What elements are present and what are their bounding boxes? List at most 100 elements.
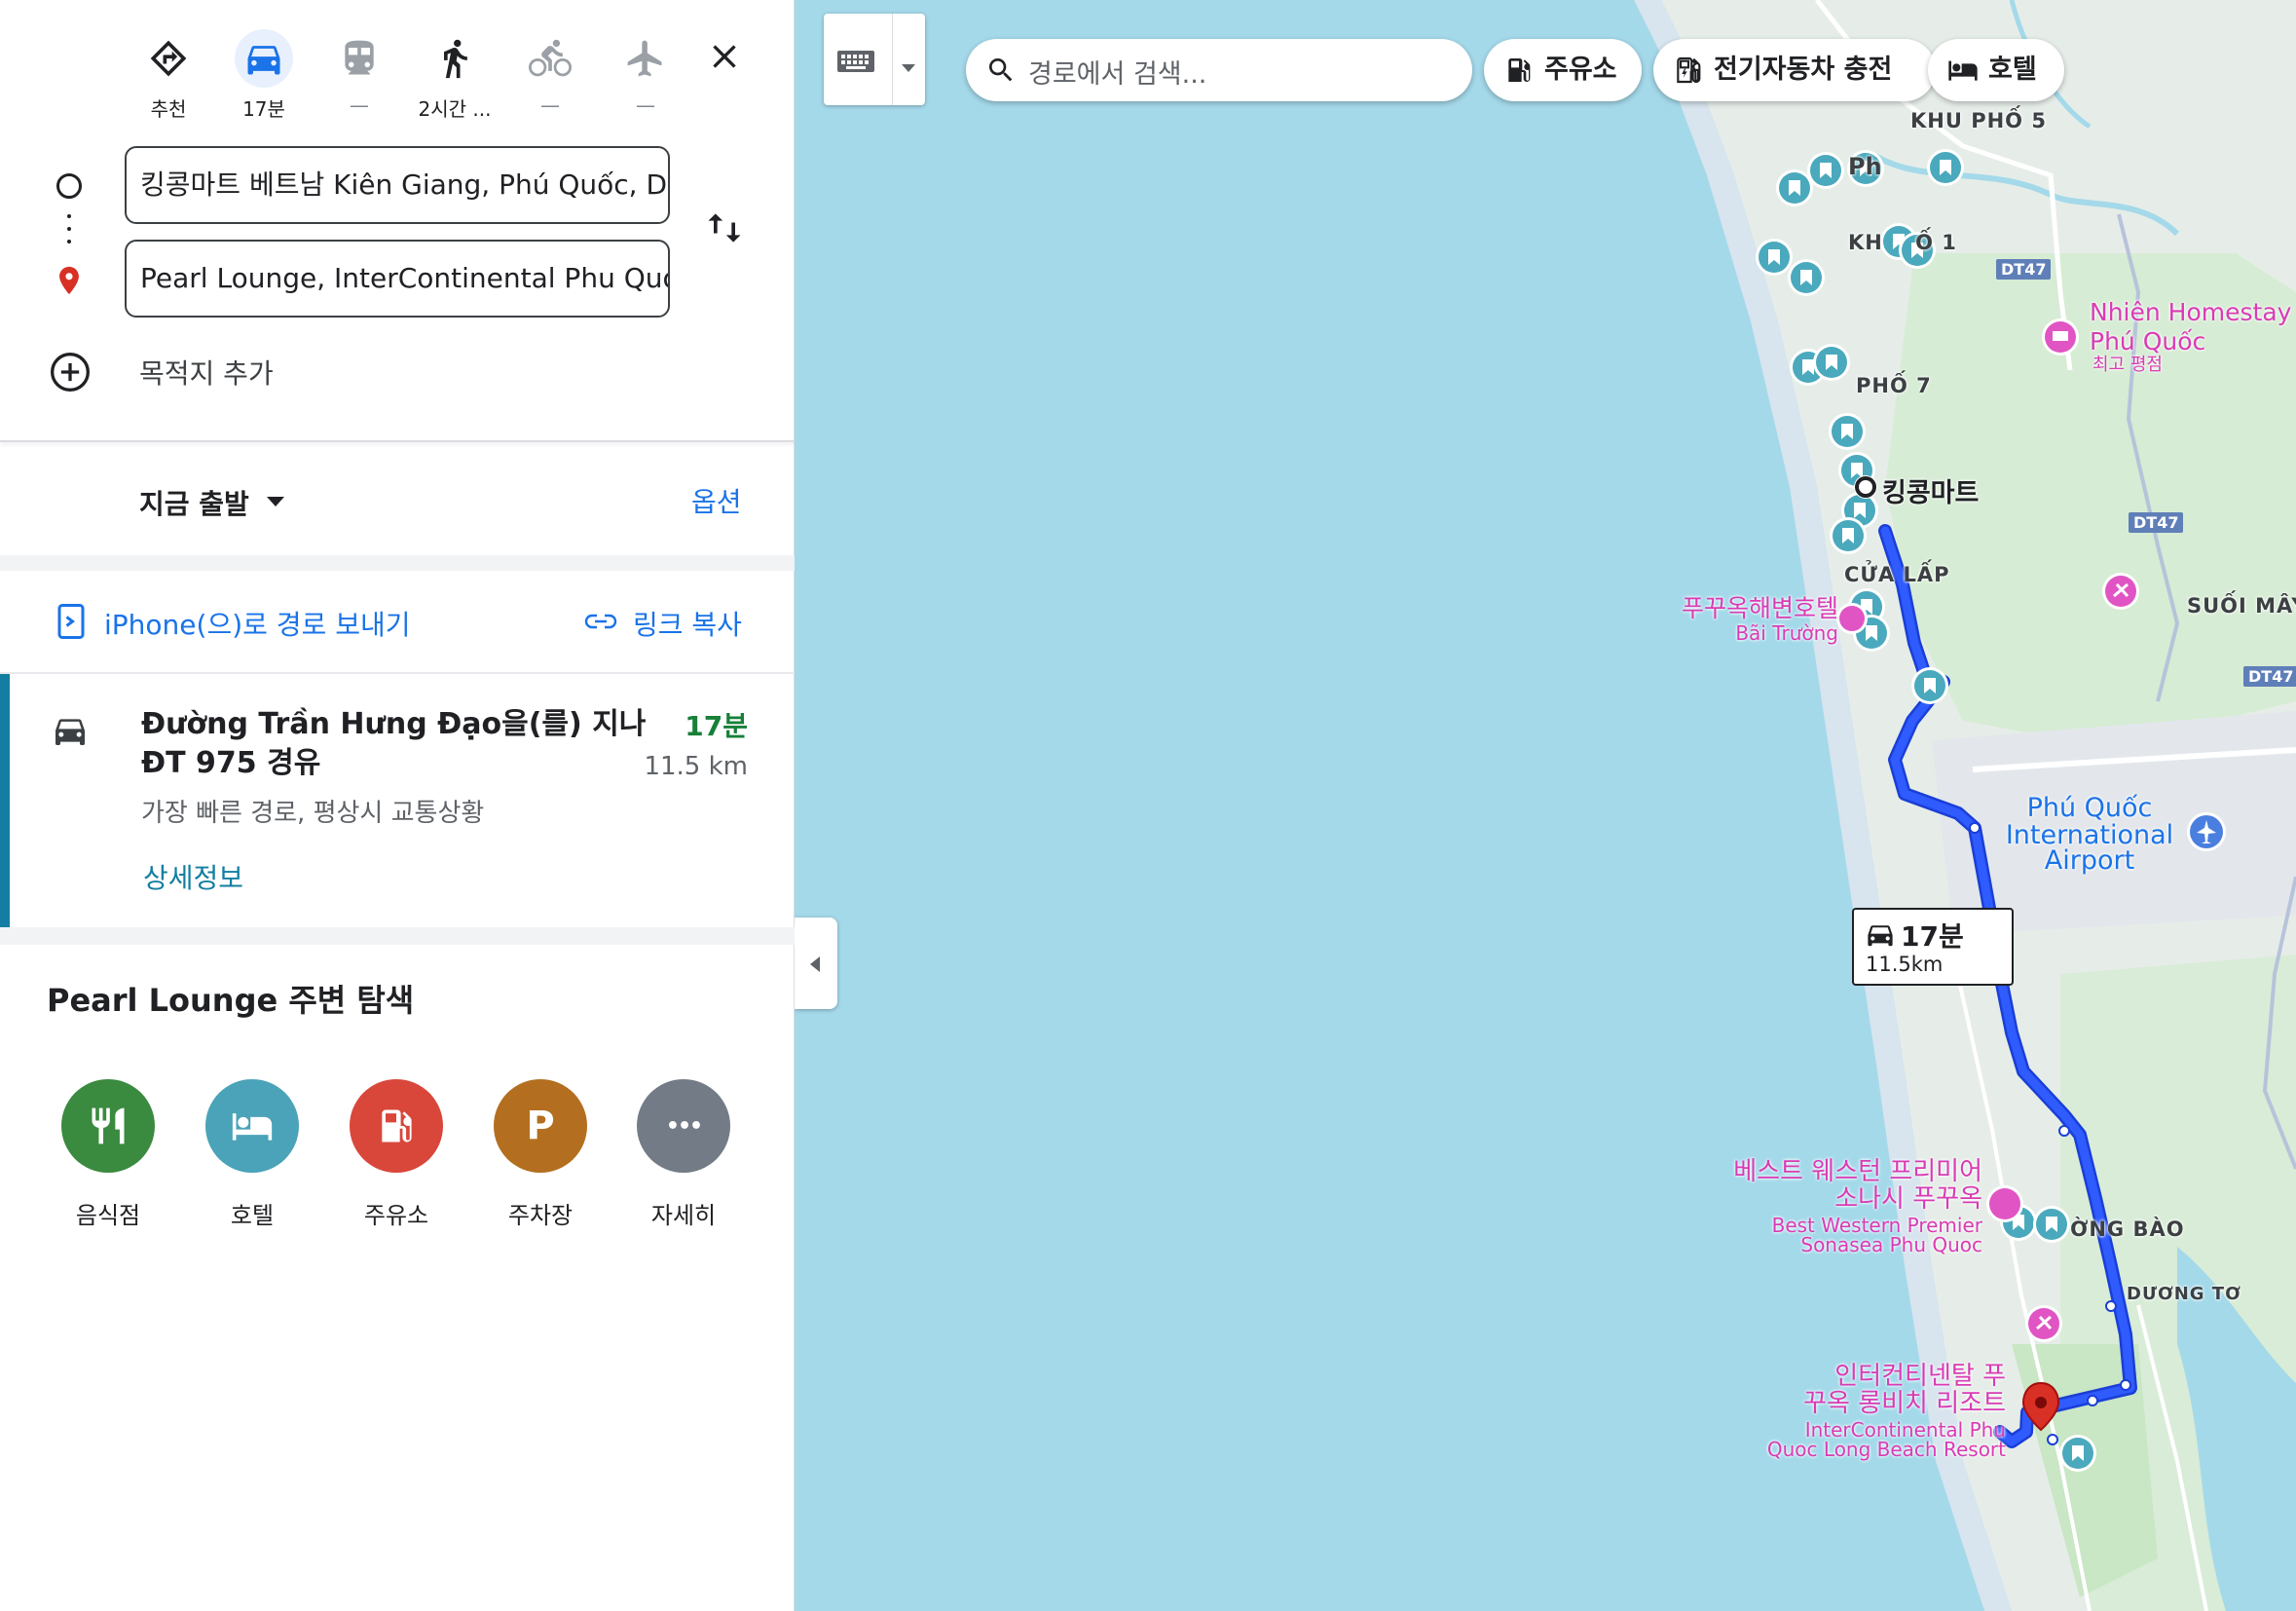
bicycle-icon: [521, 29, 579, 88]
map-label-origin-name[interactable]: 킹콩마트: [1882, 471, 1979, 509]
origin-marker-icon: [56, 173, 82, 199]
mode-best-label: 추천: [150, 97, 187, 121]
origin-input[interactable]: 킹콩마트 베트남 Kiên Giang, Phú Quốc, Dương Đôn…: [125, 146, 670, 224]
map-label-bw-kr2: 소나시 푸꾸옥: [1834, 1184, 1982, 1214]
car-icon: [1868, 925, 1893, 947]
depart-now-dropdown[interactable]: 지금 출발: [139, 483, 249, 522]
train-icon: [330, 29, 389, 88]
mode-bike-label: —: [540, 94, 560, 117]
chip-gas-stations[interactable]: 주유소: [1484, 39, 1642, 101]
map-label-airport-1[interactable]: Phú Quốc: [2002, 794, 2177, 822]
category-parking[interactable]: P 주차장: [472, 1079, 609, 1230]
chevron-left-icon: [810, 956, 820, 972]
route-details-link[interactable]: 상세정보: [143, 857, 243, 896]
copy-link-button[interactable]: 링크 복사: [633, 604, 742, 643]
gas-icon: [350, 1079, 443, 1173]
swap-icon[interactable]: [703, 205, 746, 251]
category-label: 자세히: [650, 1202, 717, 1229]
parking-icon: P: [494, 1079, 587, 1173]
restaurant-icon: [61, 1079, 155, 1173]
map-label-homestay[interactable]: Nhiên Homestay: [2090, 298, 2292, 326]
explore-nearby-title: Pearl Lounge 주변 탐색: [47, 982, 415, 1019]
mode-drive[interactable]: 17분: [220, 29, 308, 122]
route-time-badge[interactable]: 17분 11.5km: [1852, 908, 2014, 986]
category-hotels[interactable]: 호텔: [184, 1079, 320, 1230]
category-more[interactable]: ••• 자세히: [615, 1079, 752, 1230]
resort-pin[interactable]: [2102, 573, 2139, 610]
divider: [0, 440, 795, 442]
route-badge-time: 17분: [1901, 920, 1964, 953]
send-to-phone-link[interactable]: iPhone(으)로 경로 보내기: [104, 604, 410, 643]
map-label-ic-kr1[interactable]: 인터컨티넨탈 푸: [1739, 1363, 2006, 1390]
collapse-panel-button[interactable]: [795, 918, 837, 1009]
chip-ev-charging[interactable]: 전기자동차 충전: [1653, 39, 1936, 101]
add-destination-label[interactable]: 목적지 추가: [139, 353, 274, 392]
chip-label: 호텔: [1988, 55, 2037, 85]
hotel-icon: [1948, 60, 1978, 81]
link-icon[interactable]: [584, 610, 617, 633]
selected-route-bar: [0, 674, 10, 927]
caret-down-icon[interactable]: [902, 64, 915, 72]
keyboard-icon: [837, 51, 874, 72]
category-gas[interactable]: 주유소: [328, 1079, 464, 1230]
mode-bike[interactable]: —: [506, 29, 594, 117]
homestay-name-2: Phú Quốc: [2090, 327, 2206, 356]
hotel-icon: [205, 1079, 299, 1173]
resort-pin[interactable]: [1836, 603, 1868, 634]
route-option-card[interactable]: Đường Trần Hưng Đạo을(를) 지나 ĐT 975 경유 17분…: [0, 674, 795, 927]
resort-pin[interactable]: [1986, 1185, 2023, 1222]
destination-input[interactable]: Pearl Lounge, InterContinental Phu Quoc …: [125, 240, 670, 318]
walk-icon: [426, 29, 484, 88]
mode-best[interactable]: 추천: [125, 29, 212, 122]
map-label-airport-3: Airport: [2044, 845, 2135, 876]
map-label-duong-bao: ỜNG BÀO: [2070, 1218, 2185, 1241]
chip-hotels[interactable]: 호텔: [1928, 39, 2064, 101]
mode-flight[interactable]: —: [602, 29, 689, 117]
map-label-hotel-vn: Bãi Trường: [1735, 621, 1838, 645]
route-distance: 11.5 km: [644, 752, 748, 781]
map-canvas[interactable]: KHU PHỐ 5 Ph KH Ố 1 PHỐ 7 CỬA LẤP SUỐI M…: [795, 0, 2296, 1611]
map-label-hotel-kr[interactable]: 푸꾸옥해변호텔: [1644, 595, 1838, 621]
homestay-name: Nhiên Homestay: [2090, 298, 2292, 326]
search-along-route-box[interactable]: 경로에서 검색...: [966, 39, 1472, 101]
route-title: Đường Trần Hưng Đạo을(를) 지나 ĐT 975 경유: [141, 707, 647, 780]
mode-drive-label: 17분: [242, 97, 285, 121]
destination-pin-icon: [59, 266, 79, 295]
route-duration: 17분: [685, 710, 748, 742]
search-input[interactable]: 경로에서 검색...: [1028, 53, 1206, 91]
more-icon: •••: [637, 1079, 730, 1173]
mode-walk[interactable]: 2시간 ...: [411, 29, 499, 122]
route-badge-distance: 11.5km: [1866, 953, 1944, 976]
road-shield-dt47: DT47: [1996, 259, 2052, 280]
resort-pin[interactable]: [2025, 1305, 2062, 1342]
airport-icon[interactable]: [2187, 812, 2226, 851]
search-icon: [989, 58, 1013, 82]
map-label-bw-en2: Sonasea Phu Quoc: [1800, 1233, 1982, 1256]
map-label-suoi-may: SUỐI MÂY: [2187, 594, 2296, 618]
mode-transit[interactable]: —: [315, 29, 403, 117]
divider: [0, 927, 795, 945]
map-label-ic-en2: Quoc Long Beach Resort: [1766, 1438, 2006, 1461]
origin-map-marker[interactable]: [1854, 475, 1877, 499]
homestay-rating-badge: 최고 평점: [2092, 355, 2163, 375]
car-icon: [56, 719, 85, 745]
homestay-pin[interactable]: [2042, 318, 2079, 356]
map-label-duong-to: DƯƠNG TƠ: [2127, 1284, 2241, 1304]
category-restaurants[interactable]: 음식점: [40, 1079, 176, 1230]
destination-map-marker[interactable]: [2021, 1381, 2060, 1432]
close-icon[interactable]: [705, 37, 744, 76]
caret-down-icon[interactable]: [267, 497, 284, 506]
map-label-bw-kr1[interactable]: 베스트 웨스턴 프리미어: [1700, 1158, 1982, 1185]
add-destination-icon[interactable]: [49, 351, 92, 393]
map-label-khu-pho-5: KHU PHỐ 5: [1910, 109, 2047, 132]
map-label-khu-pho-1: KH Ố 1: [1848, 231, 1957, 254]
category-label: 주차장: [507, 1202, 574, 1229]
divider: [0, 555, 795, 571]
category-label: 음식점: [75, 1202, 141, 1229]
road-shield-dt47: DT47: [2129, 512, 2184, 533]
airplane-icon: [616, 29, 675, 88]
send-to-phone-icon[interactable]: [56, 604, 86, 639]
divider: [892, 14, 893, 105]
input-tools-button[interactable]: [824, 14, 925, 105]
options-button[interactable]: 옵션: [691, 481, 742, 520]
